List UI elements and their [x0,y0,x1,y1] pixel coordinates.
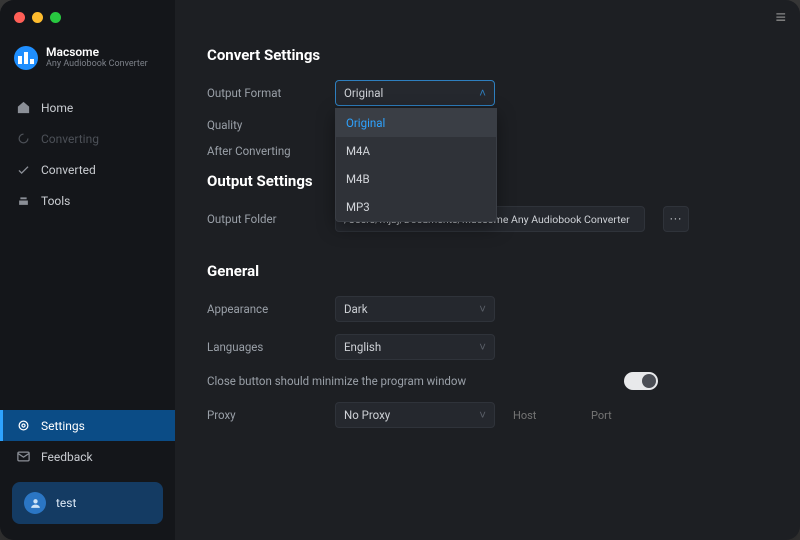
minimize-window-button[interactable] [32,12,43,23]
output-folder-label: Output Folder [207,212,317,226]
output-format-value: Original [344,86,383,100]
user-avatar-icon [24,492,46,514]
sidebar-item-settings[interactable]: Settings [0,410,175,441]
minimize-toggle[interactable] [624,372,658,390]
nav: Home Converting Converted Tools [0,92,175,216]
chevron-down-icon: ˅ [479,408,486,422]
proxy-label: Proxy [207,408,317,422]
converted-icon [16,162,31,177]
appearance-label: Appearance [207,302,317,316]
sidebar-item-tools[interactable]: Tools [0,185,175,216]
titlebar: ≡ [0,0,800,34]
sidebar: Macsome Any Audiobook Converter Home Con… [0,0,175,540]
format-option-m4a[interactable]: M4A [336,137,496,165]
chevron-up-icon: ˄ [479,86,486,100]
sidebar-item-label: Converted [41,163,96,177]
app-window: ≡ Macsome Any Audiobook Converter Home C… [0,0,800,540]
sidebar-item-label: Converting [41,132,99,146]
sidebar-item-home[interactable]: Home [0,92,175,123]
sidebar-item-converted[interactable]: Converted [0,154,175,185]
feedback-icon [16,449,31,464]
main-content: Convert Settings Output Format Original … [175,0,800,540]
appearance-select[interactable]: Dark ˅ [335,296,495,322]
user-account-button[interactable]: test [12,482,163,524]
close-window-button[interactable] [14,12,25,23]
format-option-original[interactable]: Original [336,109,496,137]
languages-value: English [344,340,381,354]
quality-label: Quality [207,118,317,132]
home-icon [16,100,31,115]
languages-label: Languages [207,340,317,354]
proxy-select[interactable]: No Proxy ˅ [335,402,495,428]
brand-subtitle: Any Audiobook Converter [46,60,148,70]
section-title-general: General [207,262,768,280]
user-name: test [56,496,76,510]
output-format-dropdown: Original M4A M4B MP3 [335,108,497,222]
sidebar-item-converting[interactable]: Converting [0,123,175,154]
proxy-value: No Proxy [344,408,390,422]
after-converting-label: After Converting [207,144,317,158]
sidebar-item-label: Feedback [41,450,93,464]
output-format-label: Output Format [207,86,317,100]
brand-name: Macsome [46,46,148,59]
sidebar-item-label: Home [41,101,73,115]
sidebar-item-feedback[interactable]: Feedback [0,441,175,472]
output-format-select[interactable]: Original ˄ Original M4A M4B MP3 [335,80,495,106]
brand-logo-icon [14,46,38,70]
chevron-down-icon: ˅ [479,340,486,354]
languages-select[interactable]: English ˅ [335,334,495,360]
minimize-toggle-label: Close button should minimize the program… [207,374,466,388]
proxy-port-input[interactable] [591,402,651,428]
tools-icon [16,193,31,208]
browse-folder-button[interactable]: ··· [663,206,689,232]
brand: Macsome Any Audiobook Converter [0,46,175,88]
format-option-mp3[interactable]: MP3 [336,193,496,221]
settings-icon [16,418,31,433]
format-option-m4b[interactable]: M4B [336,165,496,193]
converting-icon [16,131,31,146]
window-controls [14,12,61,23]
zoom-window-button[interactable] [50,12,61,23]
sidebar-item-label: Tools [41,194,70,208]
section-title-convert: Convert Settings [207,46,768,64]
menu-icon[interactable]: ≡ [775,7,786,28]
sidebar-item-label: Settings [41,419,85,433]
proxy-host-input[interactable] [513,402,573,428]
chevron-down-icon: ˅ [479,302,486,316]
appearance-value: Dark [344,302,368,316]
